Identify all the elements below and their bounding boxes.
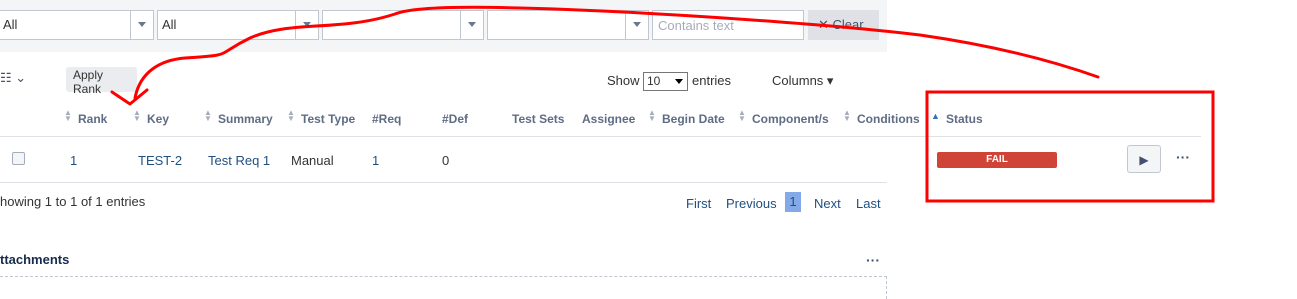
column-header-assignee[interactable]: Assignee — [582, 112, 635, 126]
req-link[interactable]: 1 — [372, 153, 379, 168]
column-header-req[interactable]: #Req — [372, 112, 401, 126]
column-header-rank[interactable]: Rank — [78, 112, 107, 126]
filter-bar: All All ✕ Clear — [0, 0, 887, 52]
column-header-summary[interactable]: Summary — [218, 112, 273, 126]
apply-rank-button[interactable]: Apply Rank — [66, 67, 137, 96]
column-header-status[interactable]: Status — [946, 112, 983, 126]
clear-button[interactable]: ✕ Clear — [808, 10, 879, 40]
sort-icon: ▲ ▼ — [738, 108, 746, 123]
def-cell: 0 — [442, 153, 450, 168]
pagination-current[interactable]: 1 — [785, 192, 801, 212]
sort-icon: ▲ ▼ — [204, 108, 212, 123]
columns-button[interactable]: Columns ▾ — [772, 73, 833, 89]
entries-label: entries — [692, 73, 732, 88]
filter-select-4[interactable] — [487, 10, 649, 40]
pagination-last[interactable]: Last — [856, 196, 881, 211]
header-divider — [0, 136, 1201, 137]
filter-select-2[interactable]: All — [157, 10, 319, 40]
test-type-cell: Manual — [291, 153, 334, 168]
column-header-begin-date[interactable]: Begin Date — [662, 112, 725, 126]
column-header-conditions[interactable]: Conditions — [857, 112, 920, 126]
row-divider — [0, 182, 887, 183]
sort-icon: ▲ ▼ — [287, 108, 295, 123]
pagination-previous[interactable]: Previous — [726, 196, 777, 211]
attachments-dropzone[interactable] — [0, 276, 887, 299]
attachments-title: ttachments — [0, 252, 70, 267]
chevron-down-icon — [295, 11, 318, 39]
row-checkbox[interactable] — [12, 152, 25, 165]
chevron-down-icon — [625, 11, 648, 39]
pagination-first[interactable]: First — [686, 196, 711, 211]
column-header-def[interactable]: #Def — [442, 112, 468, 126]
entries-select[interactable]: 10 — [643, 72, 688, 91]
column-header-key[interactable]: Key — [147, 112, 169, 126]
sort-icon: ▲ ▼ — [843, 108, 851, 123]
annotation-arrowhead — [110, 88, 149, 106]
pagination-next[interactable]: Next — [814, 196, 841, 211]
sort-icon: ▲ ▼ — [648, 108, 656, 123]
run-test-button[interactable]: ▶ — [1127, 145, 1161, 173]
filter-select-3[interactable] — [322, 10, 484, 40]
sort-icon: ▲ ▼ — [64, 108, 72, 123]
summary-link[interactable]: Test Req 1 — [208, 153, 270, 168]
view-options-icon[interactable]: ☷ ⌄ — [0, 70, 32, 88]
column-header-components[interactable]: Component/s — [752, 112, 829, 126]
play-icon: ▶ — [1139, 153, 1149, 167]
status-badge: FAIL — [937, 152, 1057, 168]
attachments-more-icon[interactable]: ··· — [866, 252, 880, 268]
annotation-box — [925, 90, 1215, 203]
column-header-test-type[interactable]: Test Type — [301, 112, 355, 126]
sort-icon: ▲ ▼ — [133, 108, 141, 123]
chevron-down-icon — [460, 11, 483, 39]
rank-cell: 1 — [70, 153, 78, 168]
filter-select-2-value: All — [162, 17, 177, 32]
chevron-down-icon — [130, 11, 153, 39]
contains-text-input[interactable] — [652, 10, 804, 40]
sort-ascending-icon: ▲ — [931, 111, 940, 121]
entries-info: howing 1 to 1 of 1 entries — [0, 194, 146, 209]
column-header-test-sets[interactable]: Test Sets — [512, 112, 564, 126]
show-label: Show — [607, 73, 640, 88]
filter-select-1[interactable]: All — [0, 10, 154, 40]
row-more-icon[interactable]: ··· — [1176, 149, 1190, 165]
key-link[interactable]: TEST-2 — [138, 153, 182, 168]
filter-select-1-value: All — [3, 17, 18, 32]
